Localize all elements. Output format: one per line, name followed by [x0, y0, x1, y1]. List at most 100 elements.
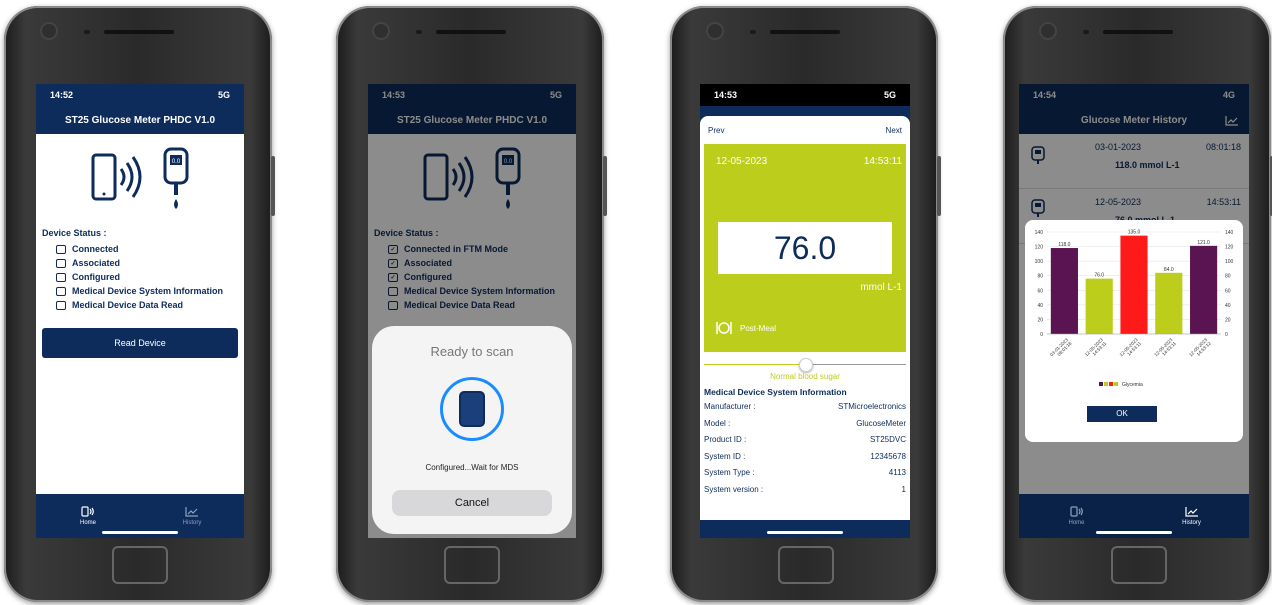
chart-bar	[1050, 248, 1078, 334]
checkbox-icon	[56, 286, 66, 296]
bar-data-label: 76.0	[1094, 273, 1104, 279]
checkbox-icon	[56, 258, 66, 268]
y-tick-label-right: 80	[1225, 274, 1231, 280]
cancel-button[interactable]: Cancel	[392, 490, 552, 516]
blood-sugar-slider[interactable]	[704, 356, 906, 374]
status-item: Connected	[56, 242, 238, 256]
info-label: Product ID :	[704, 435, 747, 444]
status-item-label: Medical Device System Information	[72, 286, 224, 296]
hardware-home-button	[1111, 546, 1167, 584]
read-device-button[interactable]: Read Device	[42, 328, 238, 358]
home-tab-icon	[1069, 506, 1083, 517]
status-signal: 5G	[883, 90, 896, 100]
bar-data-label: 135.0	[1128, 230, 1141, 236]
home-indicator	[102, 531, 178, 534]
speaker	[104, 30, 174, 34]
phone-frame-scan: 14:53 5G ST25 Glucose Meter PHDC V1.0 0.…	[336, 6, 607, 602]
hardware-home-button	[778, 546, 834, 584]
status-item: Associated	[56, 256, 238, 270]
x-tick-label: 12-05-202314:53:11	[1153, 337, 1177, 361]
screen-scan: 14:53 5G ST25 Glucose Meter PHDC V1.0 0.…	[368, 84, 576, 538]
mds-section: Medical Device System Information Manufa…	[700, 381, 910, 501]
info-row: Manufacturer : STMicroelectronics	[704, 402, 906, 419]
status-bar: 14:52 5G	[36, 84, 244, 106]
home-indicator	[767, 531, 843, 534]
y-tick-label-right: 0	[1225, 332, 1228, 338]
y-tick-label-right: 20	[1225, 317, 1231, 323]
y-tick-label-left: 0	[1040, 332, 1043, 338]
tab-history-label: History	[182, 520, 202, 526]
status-item: Medical Device System Information	[56, 284, 238, 298]
side-button	[937, 156, 941, 216]
info-label: Manufacturer :	[704, 402, 756, 411]
measurement-card: Prev Next 12-05-2023 14:53:11 76.0 mmol …	[700, 116, 910, 520]
screen-home: 14:52 5G ST25 Glucose Meter PHDC V1.0 0.…	[36, 84, 244, 538]
info-value: 4113	[888, 468, 906, 477]
tab-bar: Home History	[36, 494, 244, 538]
legend-label: Glycemia	[1122, 382, 1143, 388]
sensor	[750, 30, 756, 34]
speaker	[770, 30, 840, 34]
meal-label: Post-Meal	[740, 324, 777, 333]
checkbox-icon	[56, 272, 66, 282]
status-bar: 14:53 5G	[700, 84, 910, 106]
measurement-panel: 12-05-2023 14:53:11 76.0 mmol L-1 Post-M…	[704, 144, 906, 352]
tab-home-label: Home	[79, 520, 96, 526]
prev-link[interactable]: Prev	[708, 126, 724, 135]
app-title: ST25 Glucose Meter PHDC V1.0	[36, 106, 244, 134]
legend-swatch	[1114, 382, 1118, 386]
meter-display-value: 0.0	[172, 159, 181, 165]
chart-tab-icon	[1184, 507, 1198, 517]
info-value: GlucoseMeter	[856, 418, 906, 428]
y-tick-label-right: 100	[1225, 259, 1234, 265]
device-status-section: Device Status : Connected Associated Con…	[36, 228, 244, 358]
phone-frame-history: 14:54 4G Glucose Meter History 03-01-202…	[1003, 6, 1272, 602]
tab-history-label: History	[1182, 520, 1201, 526]
legend-swatch	[1104, 382, 1108, 386]
status-time: 14:53	[714, 90, 738, 100]
x-tick-label: 03-01-202308:01:18	[1049, 337, 1073, 361]
slider-thumb[interactable]	[799, 358, 813, 372]
info-label: System Type :	[704, 468, 755, 477]
legend-swatch	[1099, 382, 1103, 386]
chart-bar	[1120, 235, 1148, 334]
info-row: System ID : 12345678	[704, 452, 906, 469]
ok-button[interactable]: OK	[1087, 406, 1157, 422]
screen-history: 14:54 4G Glucose Meter History 03-01-202…	[1019, 84, 1249, 538]
hardware-home-button	[444, 546, 500, 584]
status-item-label: Medical Device Data Read	[72, 300, 184, 310]
checkbox-icon	[56, 244, 66, 254]
next-link[interactable]: Next	[886, 126, 902, 135]
y-tick-label-left: 40	[1037, 303, 1043, 309]
info-row: Model : GlucoseMeter	[704, 419, 906, 436]
x-tick-label: 12-05-202314:53:12	[1188, 337, 1212, 361]
bar-data-label: 84.0	[1164, 267, 1174, 273]
speaker	[1103, 30, 1173, 34]
status-item: Configured	[56, 270, 238, 284]
y-tick-label-right: 120	[1225, 245, 1234, 251]
side-button	[603, 156, 607, 216]
measurement-date: 12-05-2023	[716, 156, 768, 167]
status-time: 14:52	[50, 90, 74, 100]
meal-icon	[716, 322, 732, 334]
sheet-message: Configured...Wait for MDS	[425, 463, 519, 472]
info-value: STMicroelectronics	[837, 402, 906, 411]
legend-swatch	[1109, 382, 1113, 386]
y-tick-label-left: 60	[1037, 288, 1043, 294]
device-status-label: Device Status :	[42, 228, 107, 238]
chart-bar	[1190, 245, 1218, 334]
screen-measurement: 14:53 5G Prev Next 12-05-2023 14:53:11 7…	[700, 84, 910, 538]
hero-illustration: 0.0	[36, 134, 244, 226]
hardware-home-button	[112, 546, 168, 584]
sheet-title: Ready to scan	[430, 344, 514, 359]
status-item-label: Connected	[72, 244, 119, 254]
nfc-scan-sheet: Ready to scan Configured...Wait for MDS …	[372, 326, 572, 534]
home-tab-icon	[81, 506, 94, 517]
bar-data-label: 118.0	[1058, 242, 1070, 248]
status-list: Connected Associated Configured Medical …	[56, 242, 238, 312]
info-value: ST25DVC	[869, 435, 906, 444]
x-tick-label: 12-05-202314:53:11	[1119, 337, 1143, 361]
sensor	[1083, 30, 1089, 34]
status-signal: 5G	[217, 90, 230, 100]
mds-title: Medical Device System Information	[704, 387, 847, 397]
